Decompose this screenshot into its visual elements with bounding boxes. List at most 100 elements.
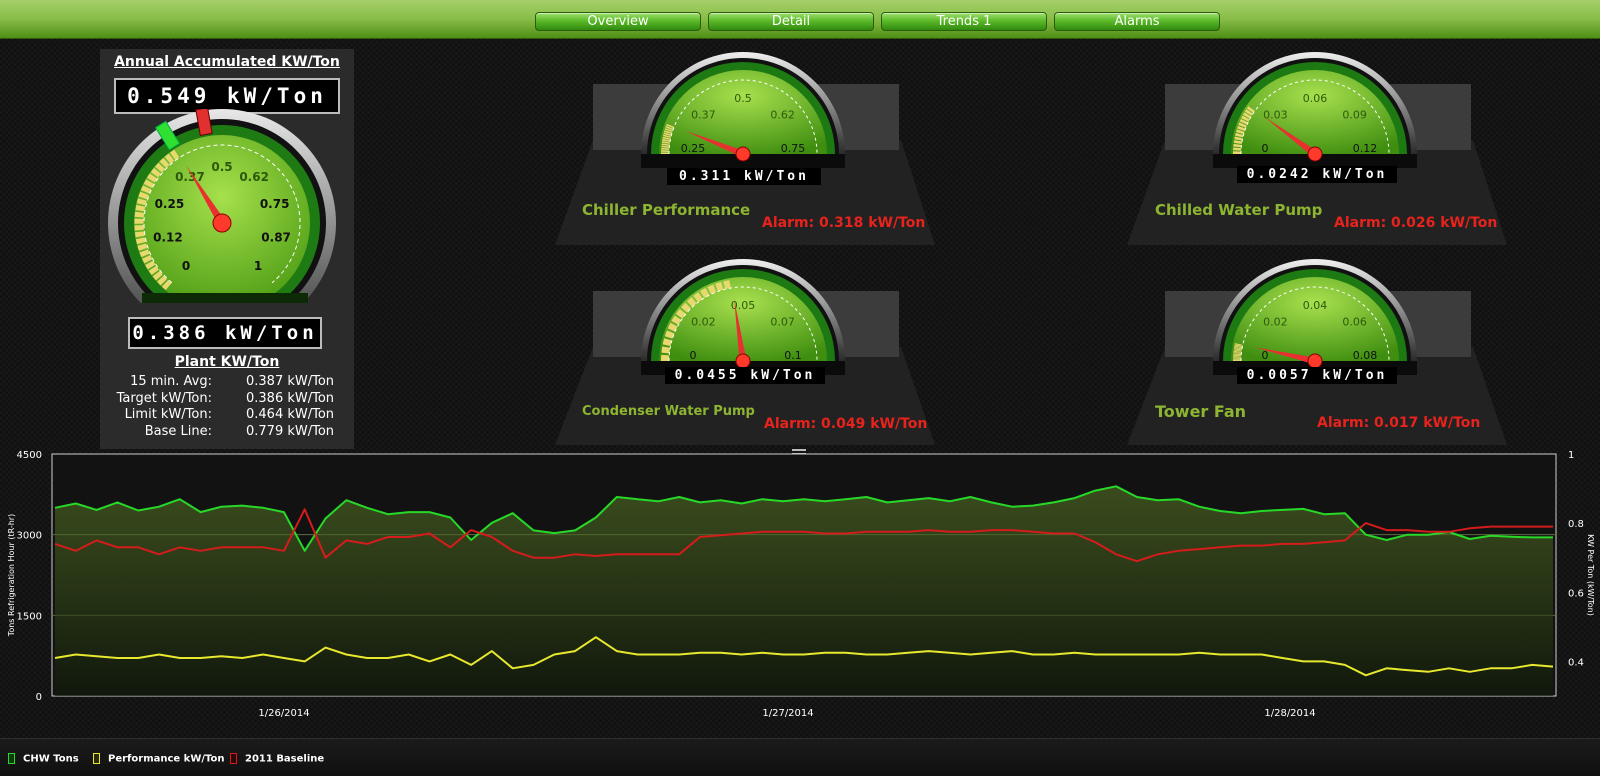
gauge-segment: [140, 206, 141, 211]
gauge-tick-label: 0.75: [781, 142, 806, 155]
gauge-segment: [160, 279, 163, 283]
gauge-tick-label: 0.09: [1342, 108, 1367, 121]
trend-chart: 01500300045000.40.60.81Tons Refrigeratio…: [0, 446, 1600, 736]
stat-value: 0.779 kW/Ton: [246, 424, 334, 439]
gauge-segment: [724, 284, 730, 285]
tab-trends-1[interactable]: Trends 1: [881, 12, 1047, 31]
needle-hub: [1308, 354, 1322, 368]
stat-row-limit: Limit kW/Ton: 0.464 kW/Ton: [100, 407, 354, 424]
gauge-tick-label: 0.07: [770, 315, 795, 328]
gauge-segment: [139, 232, 140, 237]
gauge-tick-label: 0.12: [153, 230, 183, 244]
stat-row-15min: 15 min. Avg: 0.387 kW/Ton: [100, 374, 354, 391]
gauge-segment: [1241, 127, 1242, 130]
gauge-tick-label: 0.08: [1353, 349, 1378, 362]
gauge-tick-label: 0.62: [770, 108, 795, 121]
main-gauge: 00.120.250.370.50.620.750.871: [100, 109, 354, 319]
stat-row-baseline: Base Line: 0.779 kW/Ton: [100, 424, 354, 441]
y-right-tick-label: 0.4: [1568, 657, 1584, 668]
chilled-water-pump-reading: 0.0242 kW/Ton: [1237, 166, 1397, 183]
gauge-segment: [671, 325, 674, 330]
stat-value: 0.464 kW/Ton: [246, 407, 334, 422]
gauge-tick-label: 0.37: [691, 108, 716, 121]
legend-swatch: [230, 753, 237, 764]
stat-label: 15 min. Avg:: [130, 374, 212, 389]
x-tick-label: 1/27/2014: [762, 708, 813, 719]
gauge-tick-label: 0.5: [734, 92, 752, 105]
legend-item-performance[interactable]: Performance kW/Ton: [93, 753, 225, 765]
gauge-segment: [696, 296, 701, 299]
gauge-segment: [1240, 131, 1241, 134]
tab-alarms[interactable]: Alarms: [1054, 12, 1220, 31]
stat-label: Target kW/Ton:: [117, 391, 212, 406]
gauge-segment: [1248, 111, 1249, 113]
stat-label: Base Line:: [145, 424, 212, 439]
gauge-tick-label: 0.03: [1263, 108, 1288, 121]
gauge-segment: [146, 257, 148, 261]
tower-fan-title: Tower Fan: [1155, 402, 1246, 421]
gauge-segment: [717, 286, 723, 288]
needle-hub: [736, 147, 750, 161]
condenser-water-pump-title: Condenser Water Pump: [582, 404, 755, 419]
gauge-segment: [669, 332, 671, 338]
tower-fan-alarm: Alarm: 0.017 kW/Ton: [1317, 415, 1480, 431]
condenser-water-pump-reading: 0.0455 kW/Ton: [665, 367, 825, 384]
gauge-tick-label: 0.75: [260, 197, 290, 211]
gauge-segment: [670, 125, 671, 126]
gauge-tick-label: 0.62: [239, 170, 269, 184]
chilled-water-pump-gauge: 00.030.060.090.12: [1205, 50, 1425, 185]
y-tick-label: 0: [36, 692, 42, 703]
legend-item-chw-tons[interactable]: CHW Tons: [8, 753, 79, 765]
chart-legend: CHW Tons Performance kW/Ton 2011 Baselin…: [0, 738, 1600, 776]
gauge-segment: [142, 245, 143, 250]
gauge-segment: [1246, 114, 1247, 116]
gauge-segment: [702, 292, 707, 295]
chilled-water-pump-panel: 00.030.060.090.12 0.0242 kW/Ton Chilled …: [1127, 50, 1507, 245]
y-right-tick-label: 0.8: [1568, 519, 1584, 530]
gauge-segment: [173, 153, 177, 156]
gauge-segment: [1243, 121, 1244, 123]
gauge-segment: [690, 300, 695, 304]
gauge-segment: [1238, 137, 1239, 140]
tower-fan-reading: 0.0057 kW/Ton: [1237, 367, 1397, 384]
annual-kw-ton-panel: Annual Accumulated KW/Ton 0.549 kW/Ton 0…: [100, 49, 354, 449]
y-tick-label: 1500: [17, 611, 42, 622]
gauge-segment: [165, 283, 169, 286]
gauge-tick-label: 0.12: [1353, 142, 1378, 155]
chw-tons-area: [55, 486, 1553, 696]
tab-overview[interactable]: Overview: [535, 12, 701, 31]
gauge-segment: [684, 306, 688, 310]
condenser-water-pump-panel: 00.020.050.070.1 0.0455 kW/Ton Condenser…: [555, 257, 935, 445]
gauge-segment: [163, 161, 167, 164]
gauge-segment: [140, 238, 141, 243]
y-tick-label: 4500: [17, 450, 42, 461]
legend-label: 2011 Baseline: [245, 754, 324, 765]
gauge-segment: [143, 193, 145, 198]
gauge-segment: [1250, 109, 1252, 111]
gauge-segment: [151, 176, 154, 180]
gauge-segment: [665, 347, 666, 353]
stat-label: Limit kW/Ton:: [125, 407, 212, 422]
gauge-tick-label: 0.06: [1342, 315, 1367, 328]
chiller-performance-reading: 0.311 kW/Ton: [667, 168, 821, 185]
chilled-water-pump-title: Chilled Water Pump: [1155, 201, 1322, 219]
gauge-segment: [1239, 134, 1240, 137]
y-tick-label: 3000: [17, 531, 42, 542]
legend-label: CHW Tons: [23, 754, 79, 765]
gauge-tick-label: 0: [182, 259, 190, 273]
y-right-axis-title: KW Per Ton (kW/Ton): [1586, 534, 1595, 616]
chiller-performance-title: Chiller Performance: [582, 201, 750, 219]
y-right-tick-label: 1: [1568, 450, 1574, 461]
plant-kw-ton-title: Plant KW/Ton: [100, 354, 354, 370]
tab-detail[interactable]: Detail: [708, 12, 874, 31]
plant-reading-display: 0.386 kW/Ton: [128, 317, 322, 349]
legend-swatch: [93, 753, 100, 764]
gauge-segment: [154, 171, 157, 175]
gauge-segment: [156, 274, 159, 278]
gauge-segment: [149, 263, 151, 267]
gauge-tick-label: 0.04: [1303, 299, 1328, 312]
gauge-segment: [1242, 124, 1243, 126]
gauge-segment: [148, 182, 150, 186]
annual-gauge-title: Annual Accumulated KW/Ton: [100, 54, 354, 70]
legend-item-2011-baseline[interactable]: 2011 Baseline: [230, 753, 324, 765]
